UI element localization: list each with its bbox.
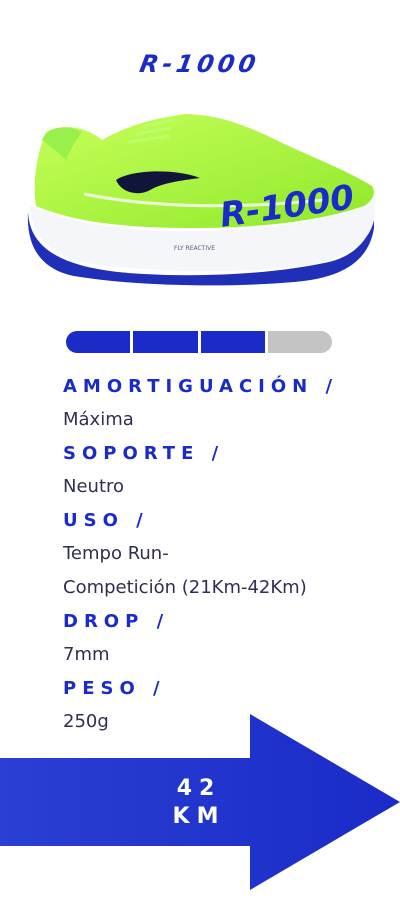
- spec-label-use: USO /: [63, 510, 149, 531]
- spec-value-drop: 7mm: [63, 644, 110, 665]
- meter-segment: [267, 331, 332, 353]
- shoe-image: R-1000 FLY REACTIVE: [27, 114, 376, 286]
- spec-list: AMORTIGUACIÓN / Máxima SOPORTE / Neutro …: [63, 370, 383, 739]
- spec-value-use-2: Competición (21Km-42Km): [63, 577, 307, 598]
- distance-label: 42 KM: [150, 775, 248, 831]
- distance-unit: KM: [172, 804, 226, 829]
- product-name: R-1000: [137, 50, 263, 78]
- spec-label-cushioning: AMORTIGUACIÓN /: [63, 376, 339, 397]
- spec-value-support: Neutro: [63, 476, 125, 497]
- spec-label-support: SOPORTE /: [63, 443, 225, 464]
- meter-segment: [200, 331, 265, 353]
- meter-segment: [133, 331, 198, 353]
- spec-value-use: Tempo Run-: [63, 543, 169, 564]
- cushioning-meter: [66, 331, 332, 353]
- shoe-tech-text: FLY REACTIVE: [174, 245, 215, 252]
- meter-segment: [66, 331, 131, 353]
- product-logo: R-1000: [0, 50, 400, 78]
- distance-value: 42: [176, 776, 222, 801]
- spec-value-cushioning: Máxima: [63, 409, 134, 430]
- spec-label-drop: DROP /: [63, 611, 170, 632]
- spec-label-weight: PESO /: [63, 678, 166, 699]
